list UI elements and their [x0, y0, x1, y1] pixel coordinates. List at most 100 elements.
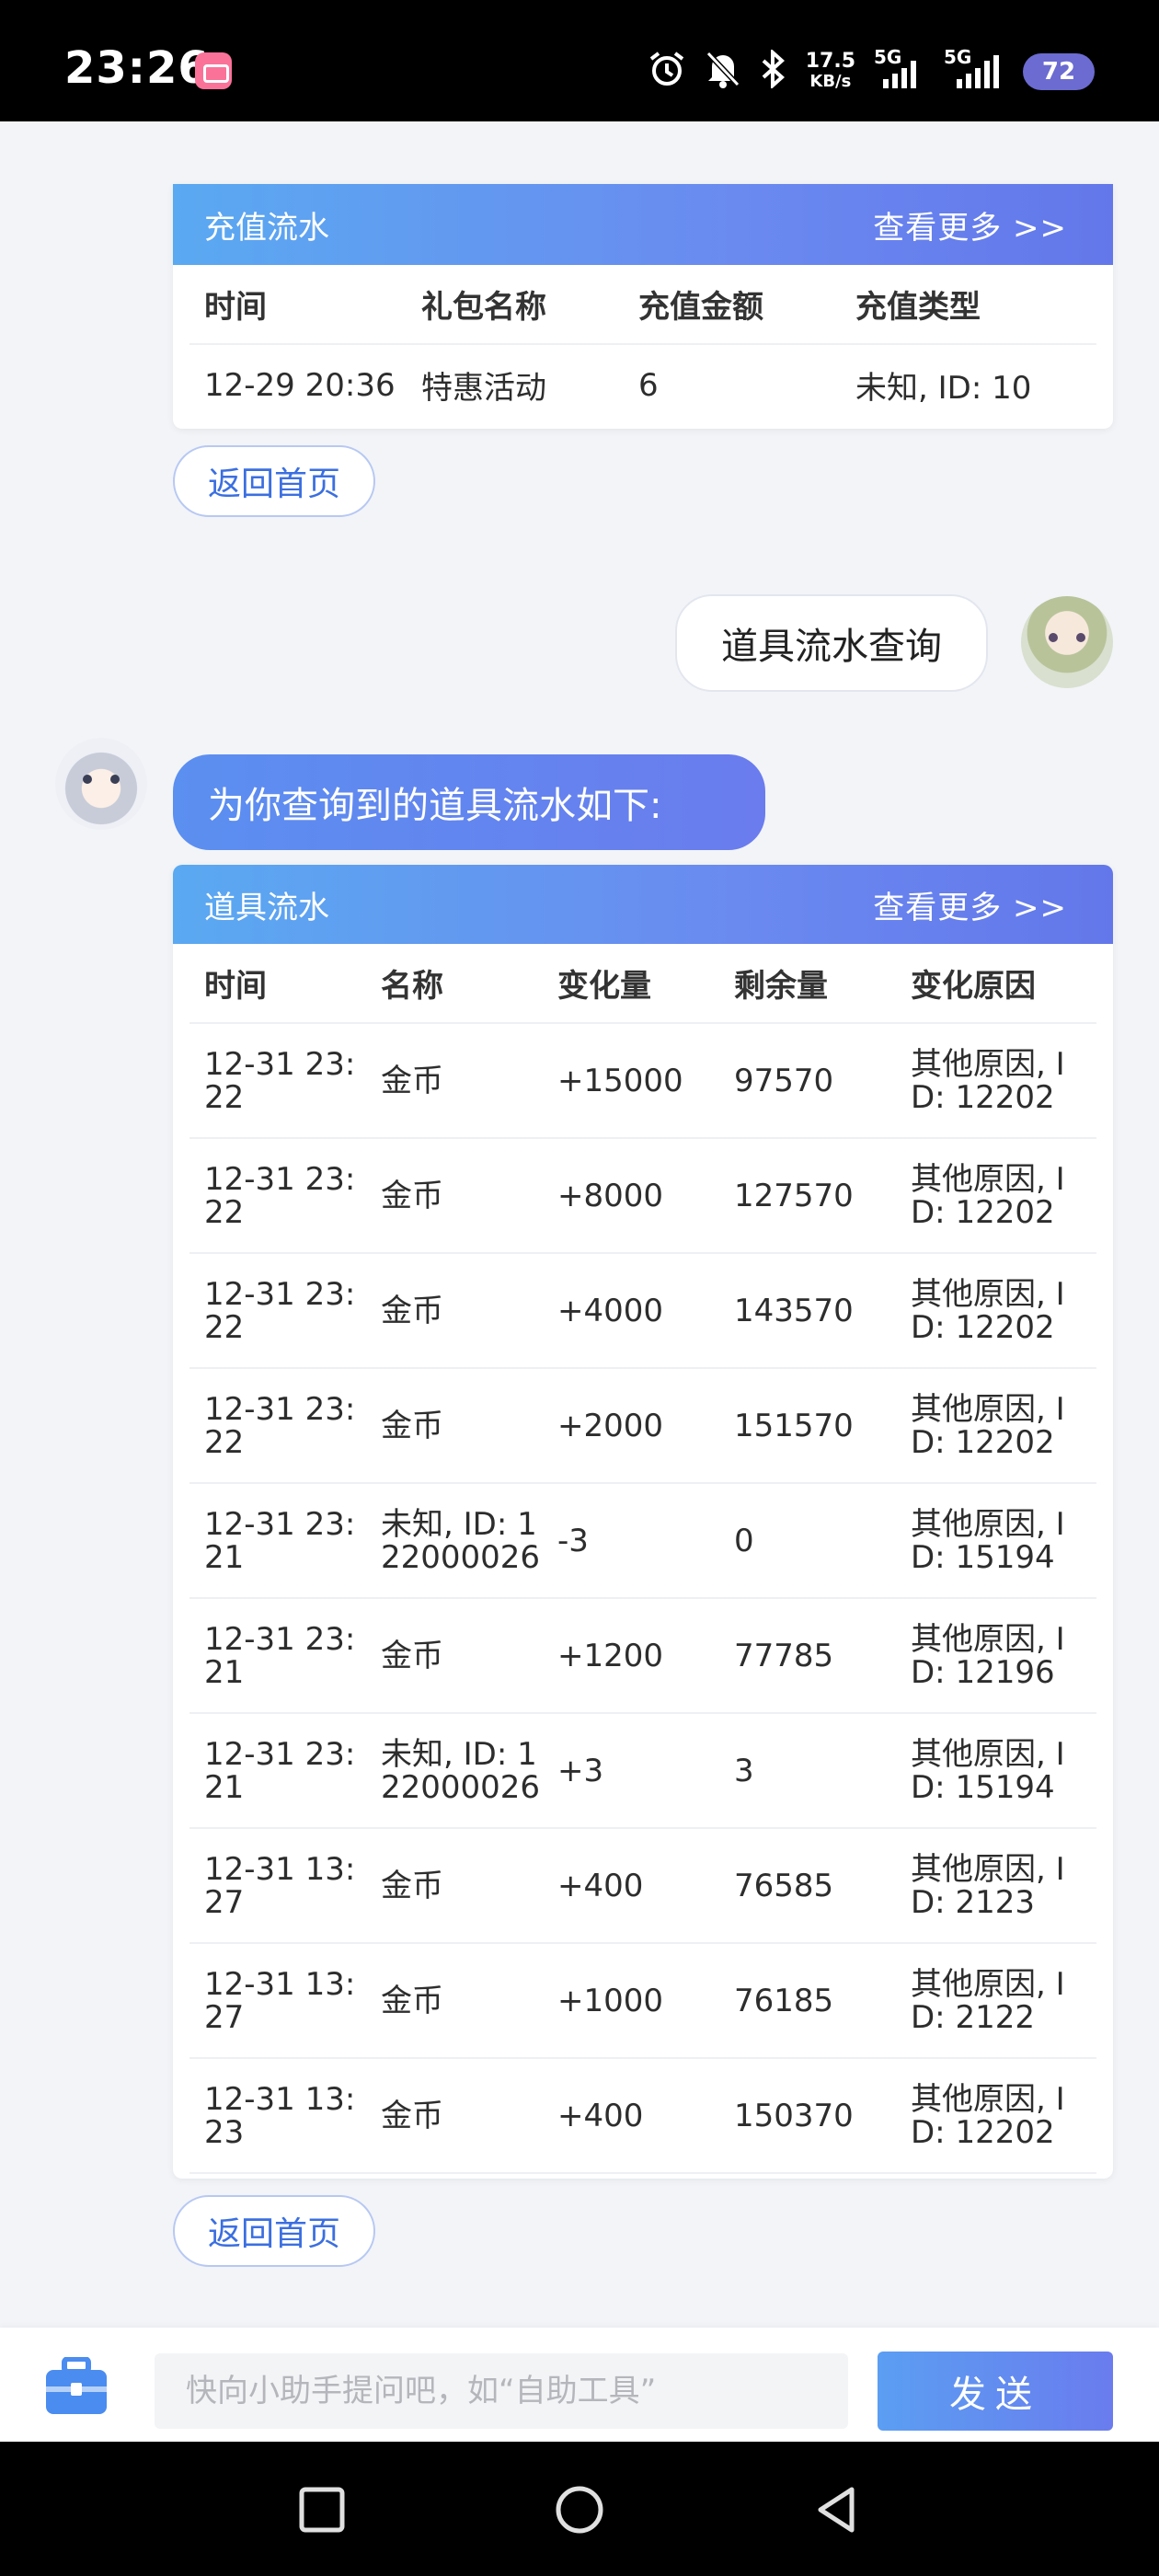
table-cell: 6 [638, 366, 659, 404]
table-cell: +4000 [543, 1253, 719, 1369]
table-cell: 12-31 13:27 [189, 1828, 366, 1944]
table-cell: 金币 [366, 1598, 543, 1714]
table-cell: +3 [543, 1713, 719, 1829]
table-row: 12-31 23:21 金币 +1200 77785 其他原因, ID: 12196 [189, 1598, 1096, 1714]
column-header: 名称 [366, 944, 543, 1024]
table-cell: 其他原因, ID: 2123 [896, 1828, 1096, 1944]
table-cell: 金币 [366, 1253, 543, 1369]
status-time: 23:26 [64, 42, 210, 94]
table-cell: 未知, ID: 122000026 [366, 1713, 543, 1829]
bell-off-icon [705, 50, 741, 95]
table-cell: 150370 [719, 2058, 896, 2174]
table-row: 12-31 23:22 金币 +8000 127570 其他原因, ID: 12202 [189, 1138, 1096, 1254]
item-table-header: 时间 名称 变化量 剩余量 变化原因 [189, 944, 1096, 1024]
table-cell: 12-31 23:22 [189, 1023, 366, 1139]
table-cell: 12-31 13:23 [189, 2058, 366, 2174]
column-header: 礼包名称 [407, 265, 624, 345]
recent-apps-button[interactable] [294, 2482, 350, 2537]
recharge-view-more-link[interactable]: 查看更多 >> [873, 202, 1067, 247]
table-cell: +1200 [543, 1598, 719, 1714]
table-cell: 3 [719, 1713, 896, 1829]
table-row: 12-31 13:23 金币 +400 150370 其他原因, ID: 12202 [189, 2058, 1096, 2174]
recharge-table: 时间 礼包名称 充值金额 充值类型 12-29 20:36 特惠活动 6 未知,… [189, 265, 1096, 425]
table-cell: 12-31 23:21 [189, 1598, 366, 1714]
table-cell: 金币 [366, 1023, 543, 1139]
column-header: 充值金额 [624, 265, 841, 345]
column-header: 时间 [189, 944, 366, 1024]
network-speed: 17.5 KB/s [806, 52, 855, 92]
signal-strength-1: 5G [874, 46, 925, 88]
question-input[interactable] [155, 2353, 848, 2429]
user-avatar [1021, 596, 1113, 688]
net-speed-unit: KB/s [809, 72, 852, 91]
table-cell: 其他原因, ID: 12202 [896, 2058, 1096, 2174]
table-cell: +8000 [543, 1138, 719, 1254]
table-cell: 金币 [366, 1368, 543, 1484]
table-cell: 其他原因, ID: 15194 [896, 1713, 1096, 1829]
bilibili-app-icon [195, 52, 232, 89]
table-cell: 76185 [719, 1943, 896, 2059]
item-table: 时间 名称 变化量 剩余量 变化原因 12-31 23:22 金币 +15000 97… [189, 944, 1096, 2174]
table-cell: 143570 [719, 1253, 896, 1369]
table-cell: 其他原因, ID: 2122 [896, 1943, 1096, 2059]
table-cell: 金币 [366, 1138, 543, 1254]
table-cell: 金币 [366, 1943, 543, 2059]
item-record-card: 道具流水 查看更多 >> 时间 名称 变化量 剩余量 变化原因 12-31 23… [173, 865, 1113, 2179]
table-cell: 12-31 23:22 [189, 1368, 366, 1484]
table-cell: +400 [543, 2058, 719, 2174]
table-row: 12-31 13:27 金币 +1000 76185 其他原因, ID: 2122 [189, 1943, 1096, 2059]
chat-input-bar: 发送 [0, 2328, 1159, 2442]
table-cell: 其他原因, ID: 12202 [896, 1023, 1096, 1139]
table-cell: 其他原因, ID: 12202 [896, 1368, 1096, 1484]
table-cell: 金币 [366, 2058, 543, 2174]
table-cell: 12-31 23:21 [189, 1483, 366, 1599]
bluetooth-icon [760, 48, 787, 95]
send-button[interactable]: 发送 [878, 2352, 1113, 2431]
table-cell: +2000 [543, 1368, 719, 1484]
table-cell: 其他原因, ID: 12202 [896, 1253, 1096, 1369]
table-cell: 12-31 23:22 [189, 1138, 366, 1254]
item-card-title: 道具流水 [204, 889, 329, 926]
column-header: 变化量 [543, 944, 719, 1024]
signal-strength-2: 5G [944, 46, 1004, 88]
table-cell: 特惠活动 [421, 370, 546, 407]
back-home-button[interactable]: 返回首页 [173, 2195, 375, 2267]
back-button[interactable] [809, 2482, 865, 2537]
table-cell: 12-31 23:21 [189, 1713, 366, 1829]
user-message-bubble: 道具流水查询 [675, 594, 988, 692]
item-card-header: 道具流水 查看更多 >> [173, 865, 1113, 944]
table-cell: 0 [719, 1483, 896, 1599]
table-cell: 未知, ID: 10 [855, 370, 1032, 407]
table-cell: +15000 [543, 1023, 719, 1139]
item-view-more-link[interactable]: 查看更多 >> [873, 882, 1067, 927]
system-nav-bar [0, 2442, 1159, 2576]
table-cell: 77785 [719, 1598, 896, 1714]
table-row: 12-31 13:27 金币 +400 76585 其他原因, ID: 2123 [189, 1828, 1096, 1944]
assistant-message-bubble: 为你查询到的道具流水如下: [173, 754, 765, 850]
home-button[interactable] [552, 2482, 607, 2537]
status-bar: 23:26 17.5 KB/s 5G 5G 72 [0, 0, 1159, 121]
column-header: 时间 [189, 265, 407, 345]
toolbox-icon[interactable] [44, 2356, 109, 2416]
recharge-card-header: 充值流水 查看更多 >> [173, 184, 1113, 265]
status-icons: 17.5 KB/s 5G 5G 72 [648, 46, 1095, 98]
table-row: 12-29 20:36 特惠活动 6 未知, ID: 10 [189, 344, 1096, 425]
back-home-button[interactable]: 返回首页 [173, 445, 375, 517]
table-cell: +1000 [543, 1943, 719, 2059]
recharge-card-title: 充值流水 [204, 209, 329, 247]
table-cell: 其他原因, ID: 12196 [896, 1598, 1096, 1714]
alarm-icon [648, 50, 686, 95]
net-speed-value: 17.5 [805, 50, 855, 73]
table-cell: 127570 [719, 1138, 896, 1254]
table-cell: 未知, ID: 122000026 [366, 1483, 543, 1599]
table-row: 12-31 23:22 金币 +4000 143570 其他原因, ID: 12202 [189, 1253, 1096, 1369]
assistant-avatar [55, 738, 147, 830]
table-cell: 151570 [719, 1368, 896, 1484]
signal-2-label: 5G [944, 46, 972, 68]
table-row: 12-31 23:22 金币 +2000 151570 其他原因, ID: 12202 [189, 1368, 1096, 1484]
table-row: 12-31 23:21 未知, ID: 122000026 -3 0 其他原因, ID:… [189, 1483, 1096, 1599]
table-cell: 12-31 13:27 [189, 1943, 366, 2059]
table-row: 12-31 23:21 未知, ID: 122000026 +3 3 其他原因, ID:… [189, 1713, 1096, 1829]
table-cell: 12-29 20:36 [204, 366, 396, 404]
table-cell: -3 [543, 1483, 719, 1599]
